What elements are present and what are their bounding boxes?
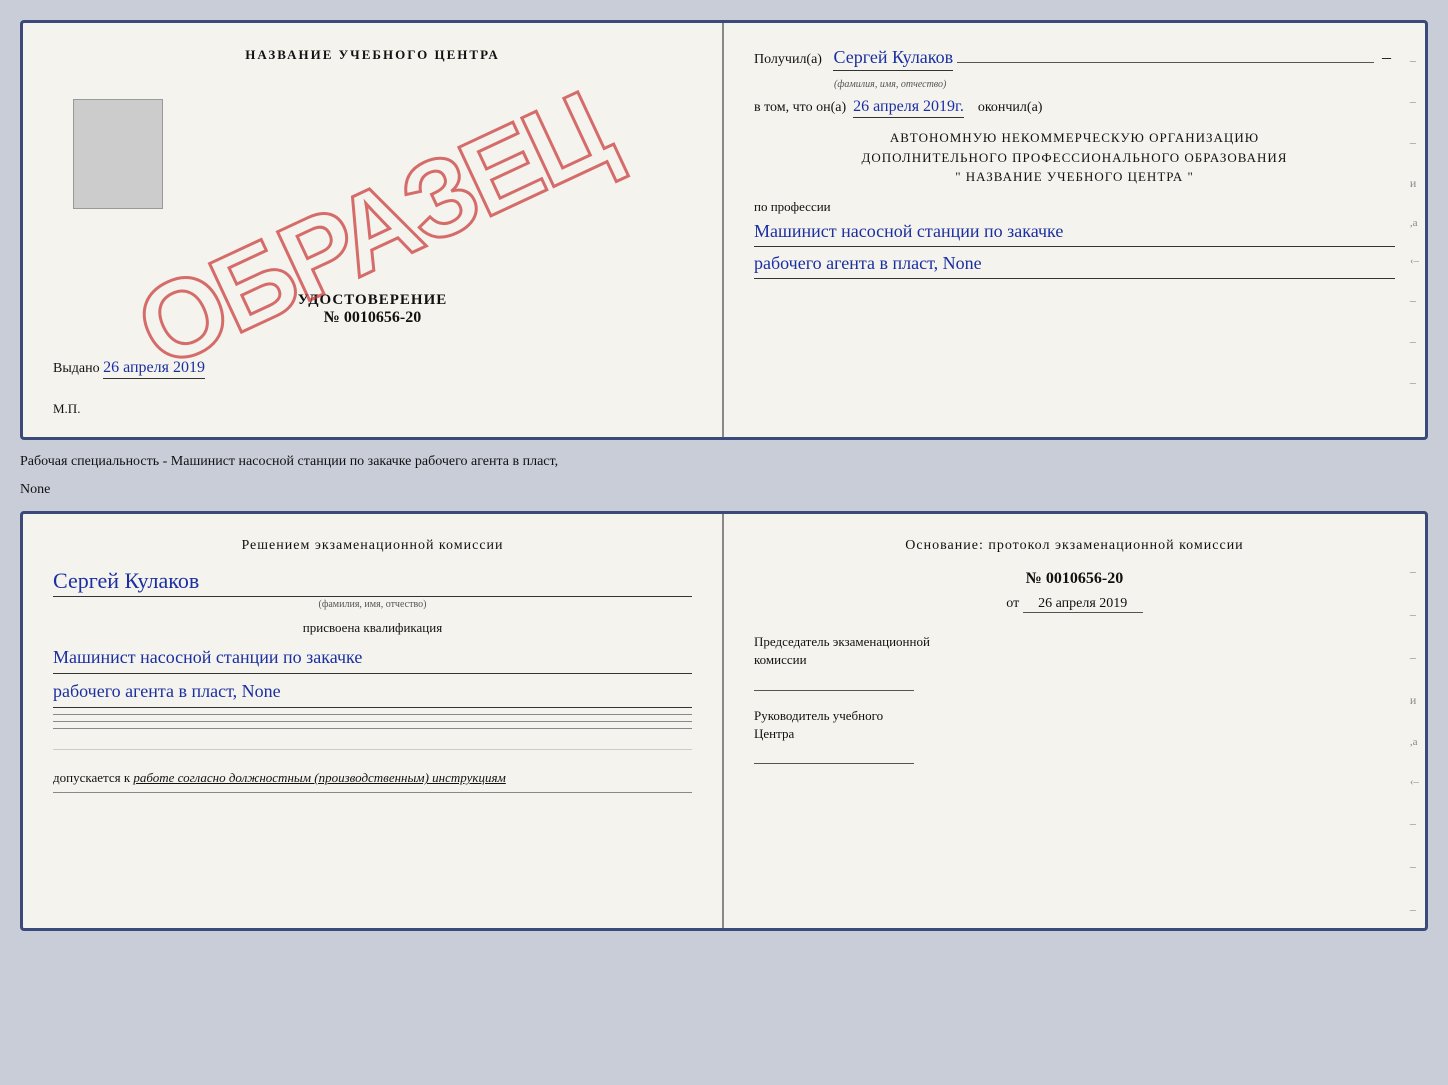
rukovoditel-text: Руководитель учебного	[754, 708, 883, 723]
bottom-fio-hint: (фамилия, имя, отчество)	[53, 599, 692, 610]
centra-text: Центра	[754, 726, 794, 741]
caption-block: Рабочая специальность - Машинист насосно…	[20, 448, 1428, 503]
poluchil-name: Сергей Кулаков	[833, 47, 953, 71]
page-wrapper: НАЗВАНИЕ УЧЕБНОГО ЦЕНТРА ОБРАЗЕЦ УДОСТОВ…	[20, 20, 1428, 931]
cert-top-right: Получил(а) Сергей Кулаков – (фамилия, им…	[724, 23, 1425, 437]
profession-line2: рабочего агента в пласт, None	[754, 251, 1395, 279]
caption-text2: None	[20, 476, 1428, 504]
cert-top-left: НАЗВАНИЕ УЧЕБНОГО ЦЕНТРА ОБРАЗЕЦ УДОСТОВ…	[23, 23, 724, 437]
org-line2: ДОПОЛНИТЕЛЬНОГО ПРОФЕССИОНАЛЬНОГО ОБРАЗО…	[754, 148, 1395, 168]
osnov-text: Основание: протокол экзаменационной коми…	[754, 538, 1395, 554]
caption-text1: Рабочая специальность - Машинист насосно…	[20, 448, 1428, 476]
udostoverenie-block: УДОСТОВЕРЕНИЕ № 0010656-20	[298, 292, 448, 327]
dopuskaetsya-label: допускается к	[53, 770, 130, 785]
vydano-date: 26 апреля 2019	[103, 359, 205, 379]
udostoverenie-title: УДОСТОВЕРЕНИЕ	[298, 292, 448, 309]
certificate-top: НАЗВАНИЕ УЧЕБНОГО ЦЕНТРА ОБРАЗЕЦ УДОСТОВ…	[20, 20, 1428, 440]
protocol-number: № 0010656-20	[754, 570, 1395, 588]
predsedatel-signature-line	[754, 690, 914, 691]
dopuskaetsya-block: допускается к работе согласно должностны…	[53, 749, 692, 786]
predsedatel-text: Председатель экзаменационной	[754, 634, 930, 649]
right-dashes-top: – – – и ,а ‹– – – –	[1410, 53, 1419, 390]
kvalif-line2: рабочего агента в пласт, None	[53, 678, 692, 708]
rukovoditel-block: Руководитель учебного Центра	[754, 707, 1395, 764]
ot-label: от	[1006, 596, 1019, 611]
org-line1: АВТОНОМНУЮ НЕКОММЕРЧЕСКУЮ ОРГАНИЗАЦИЮ	[754, 128, 1395, 148]
vtom-label: в том, что он(а)	[754, 100, 846, 115]
ot-date: от 26 апреля 2019	[754, 596, 1395, 613]
cert-top-title: НАЗВАНИЕ УЧЕБНОГО ЦЕНТРА	[245, 47, 500, 63]
po-professii: по профессии	[754, 199, 1395, 215]
rukovoditel-signature-line	[754, 763, 914, 764]
dopuskaetsya-text: допускается к работе согласно должностны…	[53, 770, 692, 786]
profession-line1: Машинист насосной станции по закачке	[754, 219, 1395, 247]
poluchil-label: Получил(а)	[754, 52, 822, 68]
bottom-name: Сергей Кулаков	[53, 568, 692, 597]
resheniem-text: Решением экзаменационной комиссии	[53, 538, 692, 554]
poluchil-line: Получил(а) Сергей Кулаков –	[754, 47, 1395, 71]
vydano-label: Выдано	[53, 361, 100, 376]
dopuskaetsya-work: работе согласно должностным (производств…	[133, 770, 505, 785]
right-dashes-bottom: – – – и ,а ‹– – – – –	[1410, 564, 1419, 931]
org-block: АВТОНОМНУЮ НЕКОММЕРЧЕСКУЮ ОРГАНИЗАЦИЮ ДО…	[754, 128, 1395, 187]
poluchil-fio-hint: (фамилия, имя, отчество)	[834, 79, 946, 90]
predsedatel-block: Председатель экзаменационной комиссии	[754, 633, 1395, 690]
kvalif-line1: Машинист насосной станции по закачке	[53, 644, 692, 674]
vtom-date: 26 апреля 2019г.	[853, 98, 964, 118]
vydano-line: Выдано 26 апреля 2019	[53, 359, 205, 377]
udostoverenie-number: № 0010656-20	[298, 309, 448, 327]
predsedatel-label: Председатель экзаменационной комиссии	[754, 633, 1395, 669]
certificate-bottom: Решением экзаменационной комиссии Сергей…	[20, 511, 1428, 931]
komisii-text: комиссии	[754, 652, 807, 667]
photo-placeholder	[73, 99, 163, 209]
cert-bottom-right: Основание: протокол экзаменационной коми…	[724, 514, 1425, 928]
okonchil-label: окончил(а)	[978, 100, 1043, 115]
prisvoena-text: присвоена квалификация	[53, 620, 692, 636]
cert-bottom-left: Решением экзаменационной комиссии Сергей…	[23, 514, 724, 928]
ot-date-value: 26 апреля 2019	[1023, 596, 1143, 613]
rukovoditel-label: Руководитель учебного Центра	[754, 707, 1395, 743]
vtom-line: в том, что он(а) 26 апреля 2019г. окончи…	[754, 98, 1395, 116]
mp-line: М.П.	[53, 401, 80, 417]
org-line3: " НАЗВАНИЕ УЧЕБНОГО ЦЕНТРА "	[754, 167, 1395, 187]
